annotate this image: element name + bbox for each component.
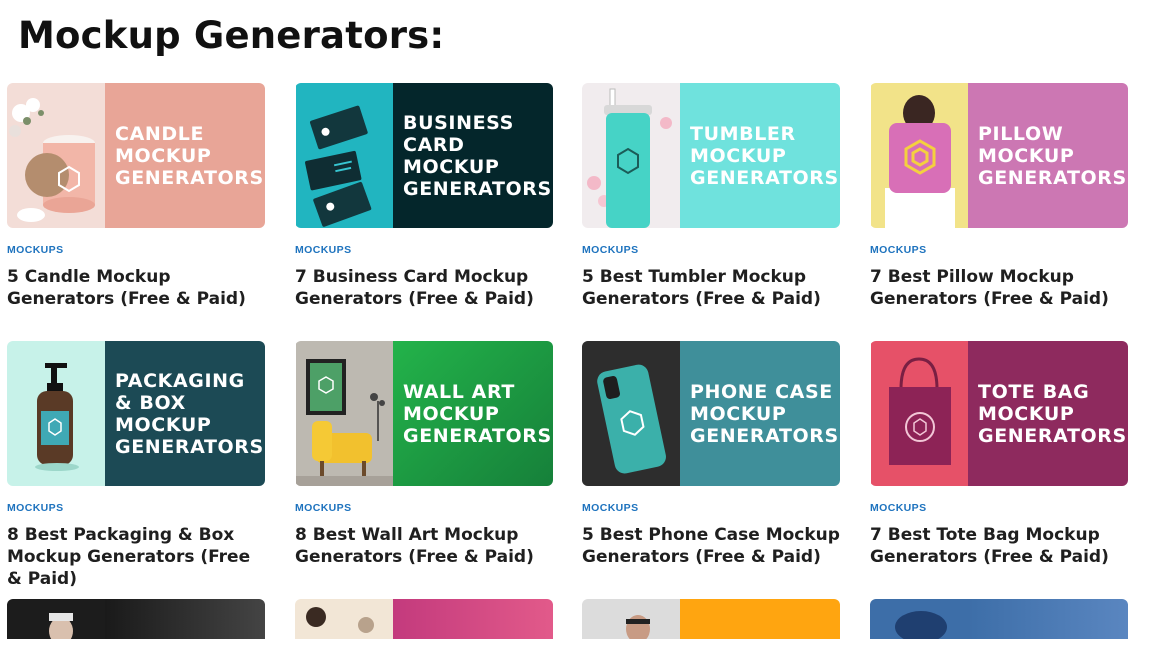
thumb-panel: PHONE CASE MOCKUP GENERATORS (680, 341, 840, 486)
card-thumbnail[interactable]: TOTE BAG MOCKUP GENERATORS (870, 341, 1128, 486)
card-pillow[interactable]: PILLOW MOCKUP GENERATORS MOCKUPS 7 Best … (870, 83, 1128, 341)
card-title[interactable]: 8 Best Packaging & Box Mockup Generators… (7, 524, 265, 590)
card-title[interactable]: 8 Best Wall Art Mockup Generators (Free … (295, 524, 553, 568)
thumb-text: PILLOW (978, 122, 1064, 145)
thumb-text: CANDLE (115, 122, 205, 145)
person-photo-icon (7, 599, 106, 639)
card-phone-case[interactable]: PHONE CASE MOCKUP GENERATORS MOCKUPS 5 B… (582, 341, 840, 599)
thumb-panel: BUSINESS CARD MOCKUP GENERATORS (393, 83, 553, 228)
thumb-text: MOCKUP (115, 144, 212, 167)
card-partial[interactable] (582, 599, 840, 639)
thumb-text: CARD (403, 133, 465, 156)
category-label[interactable]: MOCKUPS (295, 502, 553, 514)
candle-jar-icon (7, 83, 106, 228)
thumb-panel: PILLOW MOCKUP GENERATORS (968, 83, 1128, 228)
card-title[interactable]: 5 Best Phone Case Mockup Generators (Fre… (582, 524, 840, 568)
thumb-text: MOCKUP (403, 155, 500, 178)
thumb-panel (968, 599, 1128, 639)
card-thumbnail[interactable] (870, 599, 1128, 639)
card-thumbnail[interactable]: BUSINESS CARD MOCKUP GENERATORS (295, 83, 553, 228)
card-business-card[interactable]: BUSINESS CARD MOCKUP GENERATORS MOCKUPS … (295, 83, 553, 341)
thumb-text: GENERATORS (403, 177, 552, 200)
coffee-cup-icon (295, 599, 394, 639)
card-thumbnail[interactable]: PACKAGING & BOX MOCKUP GENERATORS (7, 341, 265, 486)
thumb-text: GENERATORS (690, 424, 839, 447)
card-thumbnail[interactable]: TUMBLER MOCKUP GENERATORS (582, 83, 840, 228)
thumb-text: GENERATORS (115, 435, 264, 458)
category-label[interactable]: MOCKUPS (7, 502, 265, 514)
card-grid: CANDLE MOCKUP GENERATORS MOCKUPS 5 Candl… (7, 83, 1128, 639)
card-thumbnail[interactable]: PHONE CASE MOCKUP GENERATORS (582, 341, 840, 486)
pillow-icon (870, 83, 968, 228)
card-title[interactable]: 5 Best Tumbler Mockup Generators (Free &… (582, 266, 840, 310)
thumb-text: GENERATORS (978, 424, 1127, 447)
framed-art-icon (295, 341, 393, 486)
card-title[interactable]: 5 Candle Mockup Generators (Free & Paid) (7, 266, 265, 310)
section-title: Mockup Generators: (18, 14, 445, 57)
thumb-panel (680, 599, 840, 639)
category-label[interactable]: MOCKUPS (7, 244, 265, 256)
tumbler-icon (582, 83, 681, 228)
thumb-text: & BOX (115, 391, 186, 414)
card-thumbnail[interactable]: PILLOW MOCKUP GENERATORS (870, 83, 1128, 228)
card-title[interactable]: 7 Business Card Mockup Generators (Free … (295, 266, 553, 310)
thumb-text: MOCKUP (978, 144, 1075, 167)
thumb-text: MOCKUP (690, 402, 787, 425)
category-label[interactable]: MOCKUPS (295, 244, 553, 256)
pump-bottle-icon (7, 341, 106, 486)
card-partial[interactable] (295, 599, 553, 639)
thumb-text: GENERATORS (403, 424, 552, 447)
tote-bag-icon (870, 341, 968, 486)
card-thumbnail[interactable] (295, 599, 553, 639)
thumb-text: MOCKUP (403, 402, 500, 425)
page: Mockup Generators: CANDLE MOCKUP GENERAT… (0, 0, 1151, 660)
card-tote-bag[interactable]: TOTE BAG MOCKUP GENERATORS MOCKUPS 7 Bes… (870, 341, 1128, 599)
thumb-panel (105, 599, 265, 639)
thumb-panel: TUMBLER MOCKUP GENERATORS (680, 83, 840, 228)
thumb-text: MOCKUP (115, 413, 212, 436)
card-thumbnail[interactable]: WALL ART MOCKUP GENERATORS (295, 341, 553, 486)
thumb-text: GENERATORS (690, 166, 839, 189)
person-photo-icon (582, 599, 681, 639)
thumb-text: TUMBLER (690, 122, 796, 145)
category-label[interactable]: MOCKUPS (870, 244, 1128, 256)
thumb-text: PACKAGING (115, 369, 245, 392)
card-partial[interactable] (870, 599, 1128, 639)
thumb-text: GENERATORS (978, 166, 1127, 189)
thumb-text: MOCKUP (690, 144, 787, 167)
thumb-text: PHONE CASE (690, 380, 833, 403)
thumb-text: TOTE BAG (978, 380, 1090, 403)
thumb-panel: WALL ART MOCKUP GENERATORS (393, 341, 553, 486)
bucket-hat-icon (870, 599, 969, 639)
card-thumbnail[interactable]: CANDLE MOCKUP GENERATORS (7, 83, 265, 228)
thumb-text: WALL ART (403, 380, 515, 403)
thumb-panel: CANDLE MOCKUP GENERATORS (105, 83, 265, 228)
card-candle[interactable]: CANDLE MOCKUP GENERATORS MOCKUPS 5 Candl… (7, 83, 265, 341)
card-wall-art[interactable]: WALL ART MOCKUP GENERATORS MOCKUPS 8 Bes… (295, 341, 553, 599)
category-label[interactable]: MOCKUPS (582, 502, 840, 514)
thumb-panel: TOTE BAG MOCKUP GENERATORS (968, 341, 1128, 486)
card-thumbnail[interactable] (7, 599, 265, 639)
phone-case-icon (582, 341, 681, 486)
card-packaging[interactable]: PACKAGING & BOX MOCKUP GENERATORS MOCKUP… (7, 341, 265, 599)
thumb-panel: PACKAGING & BOX MOCKUP GENERATORS (105, 341, 265, 486)
thumb-panel (393, 599, 553, 639)
thumb-text: GENERATORS (115, 166, 264, 189)
card-partial[interactable] (7, 599, 265, 639)
card-thumbnail[interactable] (582, 599, 840, 639)
category-label[interactable]: MOCKUPS (870, 502, 1128, 514)
category-label[interactable]: MOCKUPS (582, 244, 840, 256)
card-title[interactable]: 7 Best Pillow Mockup Generators (Free & … (870, 266, 1128, 310)
thumb-text: MOCKUP (978, 402, 1075, 425)
thumb-text: BUSINESS (403, 111, 514, 134)
business-cards-icon (295, 83, 393, 228)
card-tumbler[interactable]: TUMBLER MOCKUP GENERATORS MOCKUPS 5 Best… (582, 83, 840, 341)
card-title[interactable]: 7 Best Tote Bag Mockup Generators (Free … (870, 524, 1128, 568)
